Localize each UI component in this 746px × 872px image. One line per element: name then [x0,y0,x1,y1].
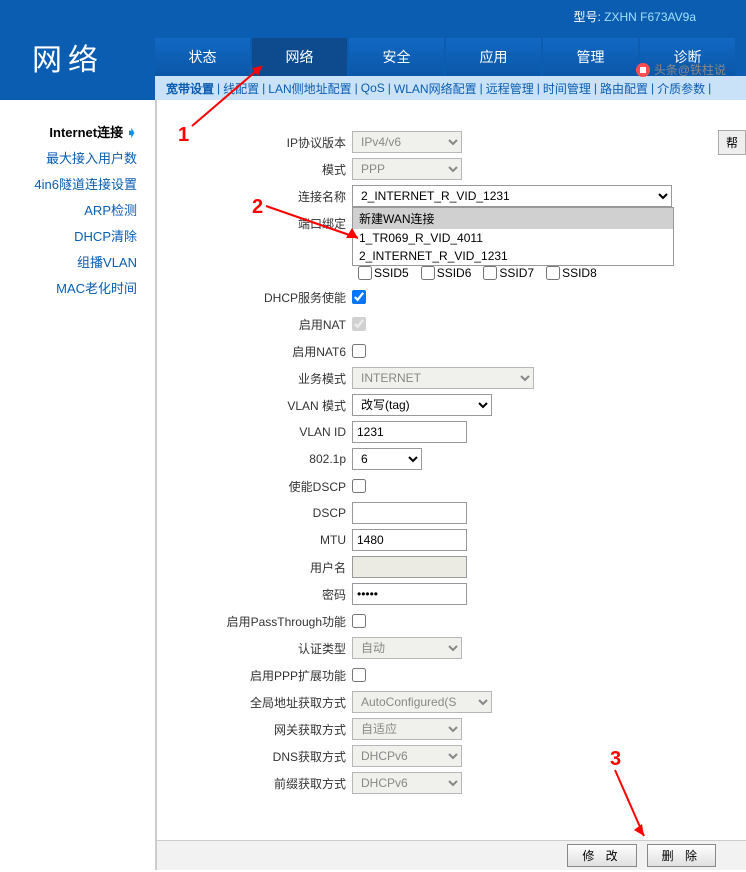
dropdown-option[interactable]: 2_INTERNET_R_VID_1231 [353,247,673,265]
modify-button[interactable]: 修 改 [567,844,636,867]
chk-nat[interactable] [352,317,366,331]
sidebar-item-internet[interactable]: Internet连接 [0,120,155,146]
chk-ssid5[interactable] [358,266,372,280]
model-info: 型号: ZXHN F673AV9a [573,8,696,25]
subnav: 宽带设置 | 线配置 | LAN侧地址配置 | QoS | WLAN网络配置 |… [155,76,746,100]
lbl-nat6: 启用NAT6 [157,343,352,360]
lbl-vlanid: VLAN ID [157,425,352,439]
subnav-item[interactable]: 时间管理 [540,80,594,97]
footer: 修 改 删 除 [157,840,746,870]
sel-vlanmode[interactable]: 改写(tag) [352,394,492,416]
chk-dscpen[interactable] [352,479,366,493]
sel-globaladdr[interactable]: AutoConfigured(S [352,691,492,713]
ssid5[interactable]: SSID5 [358,266,409,280]
chk-nat6[interactable] [352,344,366,358]
toutiao-icon [636,63,650,77]
lbl-connname: 连接名称 [157,188,352,205]
lbl-mtu: MTU [157,533,352,547]
chk-ssid7[interactable] [483,266,497,280]
lbl-vlanmode: VLAN 模式 [157,397,352,414]
lbl-pppext: 启用PPP扩展功能 [157,667,352,684]
ssid7[interactable]: SSID7 [483,266,534,280]
connname-dropdown: 新建WAN连接 1_TR069_R_VID_4011 2_INTERNET_R_… [352,207,674,266]
sidebar-item-maxusers[interactable]: 最大接入用户数 [0,146,155,172]
lbl-prefix: 前缀获取方式 [157,775,352,792]
lbl-dscpen: 使能DSCP [157,478,352,495]
sel-dns[interactable]: DHCPv6 [352,745,462,767]
tab-security[interactable]: 安全 [349,38,444,76]
sel-auth[interactable]: 自动 [352,637,462,659]
logo: 网络 [32,35,104,79]
model-value: ZXHN F673AV9a [604,10,696,24]
subnav-item[interactable]: 介质参数 [654,80,708,97]
sidebar: Internet连接 最大接入用户数 4in6隧道连接设置 ARP检测 DHCP… [0,100,155,302]
ssid8[interactable]: SSID8 [546,266,597,280]
ssid6[interactable]: SSID6 [421,266,472,280]
model-label: 型号: [573,10,600,24]
sel-bizmode[interactable]: INTERNET [352,367,534,389]
sel-mode[interactable]: PPP [352,158,462,180]
watermark: 头条@铁柱说 [636,61,726,78]
subnav-broadband[interactable]: 宽带设置 [163,80,217,97]
lbl-dns: DNS获取方式 [157,748,352,765]
inp-dscp[interactable] [352,502,467,524]
delete-button[interactable]: 删 除 [647,844,716,867]
sidebar-item-mac[interactable]: MAC老化时间 [0,276,155,302]
subnav-item[interactable]: LAN侧地址配置 [265,80,354,97]
subnav-item[interactable]: WLAN网络配置 [391,80,480,97]
tab-manage[interactable]: 管理 [543,38,638,76]
lbl-passthrough: 启用PassThrough功能 [157,613,352,630]
lbl-mode: 模式 [157,161,352,178]
chk-dhcp[interactable] [352,290,366,304]
lbl-user: 用户名 [157,559,352,576]
lbl-ipversion: IP协议版本 [157,134,352,151]
inp-vlanid[interactable] [352,421,467,443]
ssid-row: SSID5 SSID6 SSID7 SSID8 [358,266,746,280]
inp-user[interactable] [352,556,467,578]
sidebar-item-vlan[interactable]: 组播VLAN [0,250,155,276]
sidebar-item-4in6[interactable]: 4in6隧道连接设置 [0,172,155,198]
lbl-pwd: 密码 [157,586,352,603]
watermark-text: 头条@铁柱说 [654,61,726,78]
tab-app[interactable]: 应用 [446,38,541,76]
chk-ssid8[interactable] [546,266,560,280]
sel-connname[interactable]: 2_INTERNET_R_VID_1231 [352,185,672,207]
lbl-nat: 启用NAT [157,316,352,333]
dropdown-option[interactable]: 新建WAN连接 [353,208,673,229]
sel-gateway[interactable]: 自适应 [352,718,462,740]
header: 型号: ZXHN F673AV9a 网络 状态 网络 安全 应用 管理 诊断 宽… [0,0,746,100]
content-panel: IP协议版本 IPv4/v6 模式 PPP 连接名称 2_INTERNET_R_… [155,100,746,870]
chk-pppext[interactable] [352,668,366,682]
lbl-dhcp: DHCP服务使能 [157,289,352,306]
lbl-dscp: DSCP [157,506,352,520]
lbl-gateway: 网关获取方式 [157,721,352,738]
sel-8021p[interactable]: 6 [352,448,422,470]
sidebar-item-dhcp[interactable]: DHCP清除 [0,224,155,250]
lbl-8021p: 802.1p [157,452,352,466]
sidebar-item-arp[interactable]: ARP检测 [0,198,155,224]
lbl-portbind: 端口绑定 [157,215,352,232]
sel-ipversion[interactable]: IPv4/v6 [352,131,462,153]
tab-status[interactable]: 状态 [155,38,250,76]
subnav-item[interactable]: 远程管理 [483,80,537,97]
inp-mtu[interactable] [352,529,467,551]
subnav-item[interactable]: 线配置 [220,80,262,97]
lbl-bizmode: 业务模式 [157,370,352,387]
inp-pwd[interactable] [352,583,467,605]
chk-passthrough[interactable] [352,614,366,628]
sel-prefix[interactable]: DHCPv6 [352,772,462,794]
chk-ssid6[interactable] [421,266,435,280]
dropdown-option[interactable]: 1_TR069_R_VID_4011 [353,229,673,247]
tab-network[interactable]: 网络 [252,38,347,76]
subnav-item[interactable]: QoS [358,81,388,95]
subnav-item[interactable]: 路由配置 [597,80,651,97]
lbl-globaladdr: 全局地址获取方式 [157,694,352,711]
lbl-auth: 认证类型 [157,640,352,657]
